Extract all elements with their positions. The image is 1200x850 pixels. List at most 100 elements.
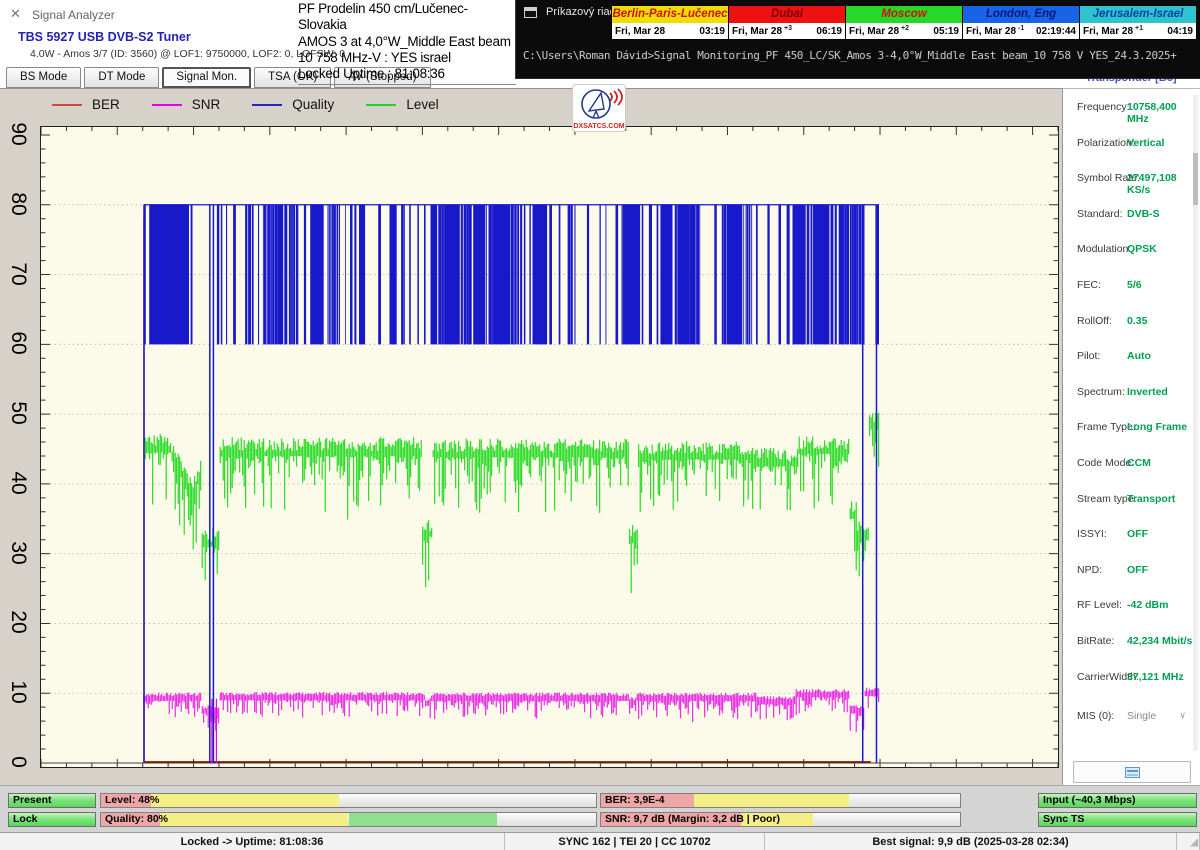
site-info-line-2: AMOS 3 at 4,0°W_Middle East beam xyxy=(298,34,516,50)
param-row-polarization: Polarization:Vertical xyxy=(1063,137,1200,157)
param-value: Long Frame xyxy=(1127,421,1187,433)
param-label: FEC: xyxy=(1077,279,1101,291)
clock-dubai: Dubai Fri, Mar 28+3 06:19 xyxy=(728,5,846,40)
param-value: 27497,108 KS/s xyxy=(1127,172,1200,196)
chart-legend: BER SNR Quality Level xyxy=(52,97,471,112)
legend-label: BER xyxy=(92,97,120,112)
param-value: 10758,400 MHz xyxy=(1127,101,1200,125)
world-clocks: Berlin-Paris-LučenecFri, Mar 2803:19Duba… xyxy=(611,5,1196,40)
mis-label: MIS (0): xyxy=(1077,710,1114,722)
command-prompt-window: Príkazový riadok ▭ Berlin-Paris-LučenecF… xyxy=(515,0,1200,79)
legend-label: SNR xyxy=(192,97,221,112)
y-axis-label-10: 10 xyxy=(4,677,32,707)
param-value: 42,234 Mbit/s xyxy=(1127,635,1192,647)
cmd-window-icon xyxy=(524,7,537,18)
param-label: Modulation: xyxy=(1077,243,1131,255)
quality-meter-segment xyxy=(160,813,348,826)
y-axis-label-90: 90 xyxy=(4,119,32,149)
y-axis-label-60: 60 xyxy=(4,328,32,358)
quality-meter-segment xyxy=(349,813,498,826)
param-value: CCM xyxy=(1127,457,1151,469)
param-label: RF Level: xyxy=(1077,599,1122,611)
clock-datetime: Fri, Mar 28 03:19 xyxy=(612,23,728,39)
param-value: Transport xyxy=(1127,493,1175,505)
indicator-present: Present xyxy=(8,793,96,808)
clock-date: Fri, Mar 28 xyxy=(849,26,899,37)
param-row-fec: FEC: 5/6 xyxy=(1063,279,1200,299)
level-meter-segment xyxy=(151,794,339,807)
snr-meter: SNR: 9,7 dB (Margin: 3,2 dB | Poor) xyxy=(600,812,961,827)
tab-dt-mode[interactable]: DT Mode xyxy=(84,67,159,88)
chart-region: BERSNRQualityLevel 0102030405060708090 xyxy=(0,88,1062,785)
param-row-standard: Standard: DVB-S xyxy=(1063,208,1200,228)
param-label: Spectrum: xyxy=(1077,386,1125,398)
legend-item-snr: SNR xyxy=(152,97,221,112)
y-axis-label-50: 50 xyxy=(4,398,32,428)
locked-uptime-line: Locked Uptime : 81:08:36 xyxy=(298,66,516,82)
legend-item-level: Level xyxy=(366,97,438,112)
param-value: 5/6 xyxy=(1127,279,1142,291)
app-icon: ✕ xyxy=(10,6,25,21)
sidebar-scrollbar-thumb[interactable] xyxy=(1193,153,1198,205)
clock-utc-offset: +1 xyxy=(1135,25,1143,32)
param-row-rolloff: RollOff:0.35 xyxy=(1063,315,1200,335)
clock-date: Fri, Mar 28 xyxy=(1083,26,1133,37)
clock-date: Fri, Mar 28 xyxy=(615,26,665,37)
ber-meter-segment xyxy=(694,794,848,807)
chevron-down-icon[interactable]: ∨ xyxy=(1179,710,1186,721)
window-title: Signal Analyzer xyxy=(32,8,115,22)
transponder-list-button[interactable] xyxy=(1073,761,1191,783)
legend-swatch-ber xyxy=(52,104,82,106)
param-row-frame-type: Frame Type:Long Frame xyxy=(1063,421,1200,441)
clock-city-label: Jerusalem-Israel xyxy=(1080,6,1196,23)
tab-signal-mon[interactable]: Signal Mon. xyxy=(162,67,251,88)
param-row-bitrate: BitRate:42,234 Mbit/s xyxy=(1063,635,1200,655)
site-info-line-3: 10 758 MHz-V : YES israel xyxy=(298,50,516,66)
legend-swatch-snr xyxy=(152,104,182,106)
clock-time: 06:19 xyxy=(816,26,842,37)
resize-grip[interactable]: ◢ xyxy=(1190,837,1198,848)
clock-berlin-paris-lu-enec: Berlin-Paris-Lučenec Fri, Mar 28 03:19 xyxy=(611,5,729,40)
mis-row: MIS (0): Single ∨ xyxy=(1063,710,1200,730)
tab-bs-mode[interactable]: BS Mode xyxy=(6,67,81,88)
indicator-lock: Lock xyxy=(8,812,96,827)
param-row-code-mode: Code Mode:CCM xyxy=(1063,457,1200,477)
param-value: Inverted xyxy=(1127,386,1168,398)
mis-dropdown[interactable]: Single xyxy=(1127,710,1156,722)
clock-date: Fri, Mar 28 xyxy=(966,26,1016,37)
param-label: Code Mode: xyxy=(1077,457,1134,469)
param-label: Standard: xyxy=(1077,208,1123,220)
clock-utc-offset: +2 xyxy=(901,25,909,32)
sidebar-scrollbar[interactable] xyxy=(1193,95,1198,751)
clock-city-label: Berlin-Paris-Lučenec xyxy=(612,6,728,23)
clock-time: 03:19 xyxy=(699,26,725,37)
param-value: DVB-S xyxy=(1127,208,1160,220)
clock-datetime: Fri, Mar 28+3 06:19 xyxy=(729,23,845,39)
clock-time: 05:19 xyxy=(933,26,959,37)
param-value: Auto xyxy=(1127,350,1151,362)
dxsatcs-logo: DXSATCS.COM xyxy=(572,84,626,132)
clock-city-label: Dubai xyxy=(729,6,845,23)
clock-moscow: MoscowFri, Mar 28+205:19 xyxy=(845,5,963,40)
y-axis-label-20: 20 xyxy=(4,607,32,637)
clock-time: 02:19:44 xyxy=(1036,26,1076,37)
param-label: NPD: xyxy=(1077,564,1102,576)
param-value: OFF xyxy=(1127,564,1148,576)
param-label: ISSYI: xyxy=(1077,528,1107,540)
statusbar-sync-counters: SYNC 162 | TEI 20 | CC 10702 xyxy=(505,833,765,850)
clock-date: Fri, Mar 28 xyxy=(732,26,782,37)
svg-text:DXSATCS.COM: DXSATCS.COM xyxy=(573,123,624,130)
level-meter: Level: 48% xyxy=(100,793,597,808)
param-row-issyi: ISSYI:OFF xyxy=(1063,528,1200,548)
y-axis-label-40: 40 xyxy=(4,468,32,498)
clock-utc-offset: +3 xyxy=(784,25,792,32)
legend-item-quality: Quality xyxy=(252,97,334,112)
site-info-line-1: PF Prodelin 450 cm/Lučenec-Slovakia xyxy=(298,1,516,34)
list-icon xyxy=(1125,767,1140,778)
clock-utc-offset: -1 xyxy=(1018,25,1024,32)
cmd-command-text[interactable]: C:\Users\Roman Dávid>Signal Monitoring_P… xyxy=(523,49,1198,62)
clock-datetime: Fri, Mar 28+104:19 xyxy=(1080,23,1196,39)
clock-city-label: London, Eng xyxy=(963,6,1079,23)
param-row-spectrum: Spectrum:Inverted xyxy=(1063,386,1200,406)
quality-meter-label: Quality: 80% xyxy=(105,813,168,826)
